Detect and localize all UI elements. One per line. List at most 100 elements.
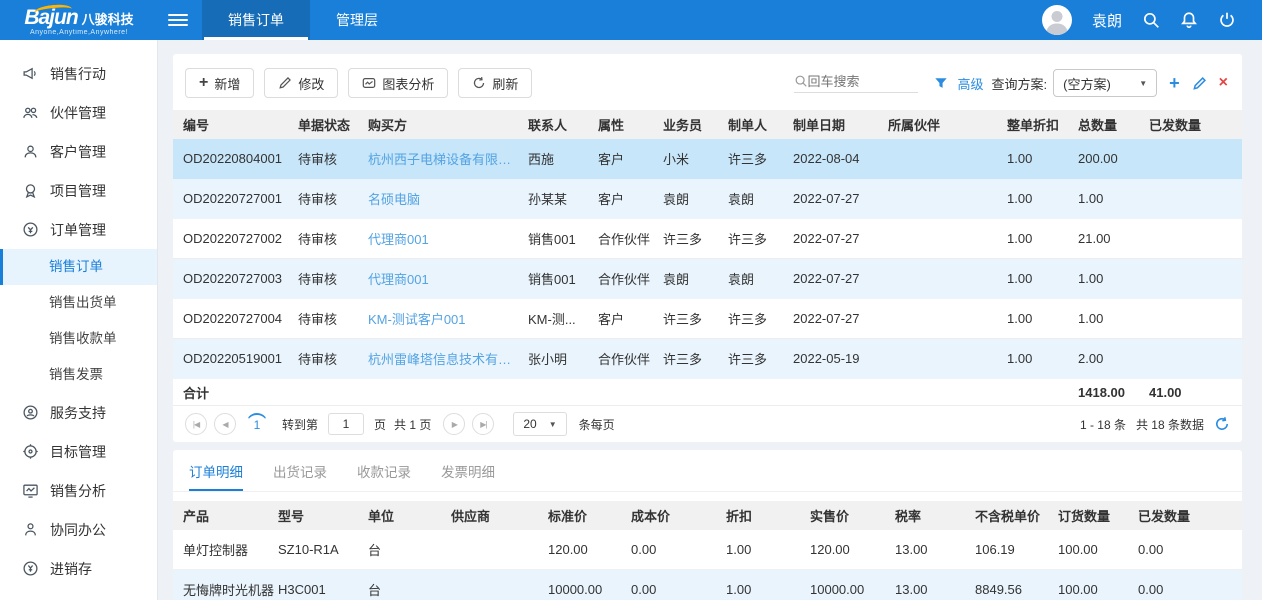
buyer-link[interactable]: 杭州西子电梯设备有限公司 [368,149,528,168]
page-number-input[interactable] [328,413,364,435]
contact: 销售001 [528,229,598,248]
detail-row[interactable]: 无悔牌时光机器 H3C001 台 10000.00 0.00 1.00 1000… [173,570,1242,600]
standard-price: 10000.00 [548,582,631,597]
top-bar: Bajun 八骏科技 Anyone,Anytime,Anywhere! 销售订单… [0,0,1262,40]
model: SZ10-R1A [278,542,368,557]
sidebar-subitem-sales-order[interactable]: 销售订单 [0,249,157,285]
customer-icon [22,143,39,160]
delete-query-plan-icon[interactable]: × [1219,75,1228,91]
current-page-indicator[interactable]: 1 [246,413,268,435]
attribute: 客户 [598,189,663,208]
sidebar-subitem-shipment[interactable]: 销售出货单 [0,285,157,321]
sidebar-item-sales-analytics[interactable]: 销售分析 [0,471,157,510]
creator: 袁朗 [728,189,793,208]
sidebar-item-sales-action[interactable]: 销售行动 [0,54,157,93]
add-query-plan-icon[interactable]: + [1169,74,1180,92]
page-size-select[interactable]: 20 ▼ [513,412,566,436]
table-row[interactable]: OD20220727002 待审核 代理商001 销售001 合作伙伴 许三多 … [173,219,1242,259]
tab-order-detail[interactable]: 订单明细 [189,461,243,491]
add-button-label: 新增 [214,74,240,93]
order-id: OD20220727003 [183,271,298,286]
edit-button[interactable]: 修改 [264,68,338,98]
detail-tabs: 订单明细 出货记录 收款记录 发票明细 [173,450,1242,492]
filter-icon[interactable] [934,76,948,90]
main-content: + 新增 修改 图表分析 刷新 [158,40,1262,600]
col-header: 税率 [895,506,975,525]
product-name: 无悔牌时光机器 [183,580,278,599]
order-status: 待审核 [298,189,368,208]
sidebar-item-label: 销售分析 [50,481,106,501]
col-header: 购买方 [368,115,528,134]
tab-sales-order[interactable]: 销售订单 [202,0,310,40]
query-plan-select[interactable]: (空方案) ▼ [1053,69,1157,97]
order-status: 待审核 [298,149,368,168]
tab-receipt-records[interactable]: 收款记录 [357,461,411,491]
last-page-button[interactable]: ▶| [472,413,494,435]
order-status: 待审核 [298,269,368,288]
discount: 1.00 [1007,271,1078,286]
table-row[interactable]: OD20220519001 待审核 杭州雷峰塔信息技术有限公司 张小明 合作伙伴… [173,339,1242,379]
table-row[interactable]: OD20220727001 待审核 名硕电脑 孙某某 客户 袁朗 袁朗 2022… [173,179,1242,219]
sidebar-item-service-support[interactable]: 服务支持 [0,393,157,432]
tab-invoice-detail[interactable]: 发票明细 [441,461,495,491]
buyer-link[interactable]: 杭州雷峰塔信息技术有限公司 [368,349,528,368]
refresh-list-icon[interactable] [1214,416,1230,432]
add-button[interactable]: + 新增 [185,68,254,98]
query-plan-label: 查询方案: [992,74,1048,93]
tab-management[interactable]: 管理层 [310,0,404,40]
next-page-button[interactable]: ▶ [443,413,465,435]
table-row[interactable]: OD20220727003 待审核 代理商001 销售001 合作伙伴 袁朗 袁… [173,259,1242,299]
shipped-qty: 0.00 [1138,542,1242,557]
order-id: OD20220519001 [183,351,298,366]
tab-shipment-records[interactable]: 出货记录 [273,461,327,491]
sidebar-item-target-mgmt[interactable]: 目标管理 [0,432,157,471]
table-row[interactable]: OD20220804001 待审核 杭州西子电梯设备有限公司 西施 客户 小米 … [173,139,1242,179]
col-header: 联系人 [528,115,598,134]
buyer-link[interactable]: KM-测试客户001 [368,309,528,328]
buyer-link[interactable]: 名硕电脑 [368,189,528,208]
col-header: 型号 [278,506,368,525]
discount: 1.00 [1007,191,1078,206]
shipped-qty: 0.00 [1138,582,1242,597]
creator: 许三多 [728,229,793,248]
sidebar-subitem-invoice[interactable]: 销售发票 [0,357,157,393]
orders-toolbar: + 新增 修改 图表分析 刷新 [173,54,1242,110]
contact: 张小明 [528,349,598,368]
discount: 1.00 [726,542,810,557]
prev-page-button[interactable]: ◀ [214,413,236,435]
col-header: 单据状态 [298,115,368,134]
sidebar-item-inventory[interactable]: 进销存 [0,549,157,588]
totals-shipped: 41.00 [1149,385,1242,400]
power-icon[interactable] [1218,11,1236,29]
chart-analysis-button[interactable]: 图表分析 [348,68,448,98]
attribute: 客户 [598,309,663,328]
tax-rate: 13.00 [895,582,975,597]
search-input[interactable] [808,74,918,89]
buyer-link[interactable]: 代理商001 [368,229,528,248]
refresh-button[interactable]: 刷新 [458,68,532,98]
salesperson: 小米 [663,149,728,168]
buyer-link[interactable]: 代理商001 [368,269,528,288]
top-tabs: 销售订单 管理层 [202,0,404,40]
sidebar-item-customer-mgmt[interactable]: 客户管理 [0,132,157,171]
advanced-link[interactable]: 高级 [958,74,984,93]
table-row[interactable]: OD20220727004 待审核 KM-测试客户001 KM-测... 客户 … [173,299,1242,339]
create-date: 2022-05-19 [793,351,888,366]
discount: 1.00 [726,582,810,597]
search-icon[interactable] [1142,11,1160,29]
sidebar-item-order-mgmt[interactable]: 订单管理 [0,210,157,249]
first-page-button[interactable]: |◀ [185,413,207,435]
sidebar-subitem-receipt[interactable]: 销售收款单 [0,321,157,357]
username[interactable]: 袁朗 [1092,10,1122,31]
detail-row[interactable]: 单灯控制器 SZ10-R1A 台 120.00 0.00 1.00 120.00… [173,530,1242,570]
user-avatar[interactable] [1042,5,1072,35]
sidebar-item-partner-mgmt[interactable]: 伙伴管理 [0,93,157,132]
col-header: 单位 [368,506,451,525]
edit-query-plan-icon[interactable] [1192,76,1207,91]
total-qty: 1.00 [1078,271,1149,286]
bell-icon[interactable] [1180,11,1198,29]
sidebar-item-project-mgmt[interactable]: 项目管理 [0,171,157,210]
sidebar-item-collab-office[interactable]: 协同办公 [0,510,157,549]
totals-label: 合计 [183,383,298,402]
menu-toggle-icon[interactable] [168,14,188,26]
